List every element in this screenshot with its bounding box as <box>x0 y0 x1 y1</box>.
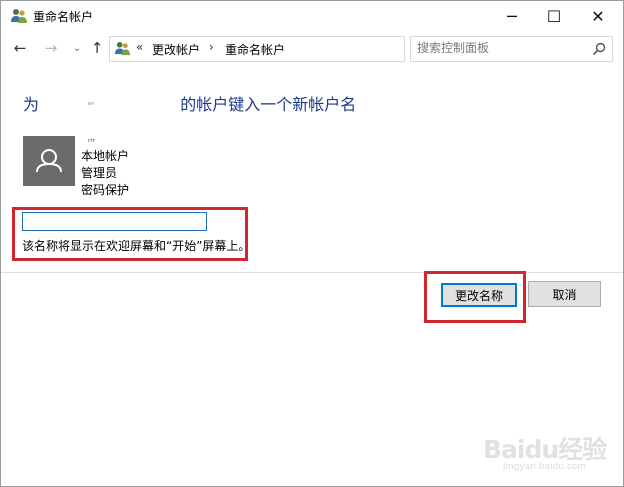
change-name-button[interactable]: 更改名称 <box>441 283 517 307</box>
address-bar[interactable]: « 更改帐户 › 重命名帐户 <box>109 36 405 62</box>
navigation-bar: ← → ⌄ ↑ « 更改帐户 › 重命名帐户 <box>1 34 623 64</box>
new-account-name-input[interactable] <box>22 212 207 231</box>
watermark-logo-text: Baidu经验 <box>483 435 607 464</box>
divider <box>1 272 623 273</box>
page-heading: 为 ᵣᵣᵣ 的帐户键入一个新帐户名 <box>23 91 356 115</box>
recent-locations-button[interactable]: ⌄ <box>67 38 87 58</box>
account-name: ᵣᵣᵣ <box>88 135 95 145</box>
watermark-url: jingyan.baidu.com <box>503 462 587 472</box>
rename-account-window: 重命名帐户 ─ ☐ ✕ ← → ⌄ ↑ « 更改帐户 › 重命名帐户 搜索控制面… <box>0 0 624 487</box>
minimize-button[interactable]: ─ <box>491 1 533 32</box>
heading-prefix: 为 <box>23 95 40 114</box>
breadcrumb-separator[interactable]: › <box>209 40 214 54</box>
search-input[interactable] <box>417 39 585 57</box>
user-icon <box>36 149 62 173</box>
user-accounts-icon <box>115 41 130 56</box>
close-button[interactable]: ✕ <box>577 1 619 32</box>
account-type: 本地帐户 <box>81 149 130 163</box>
account-password-status: 密码保护 <box>81 183 130 197</box>
breadcrumb-change-account[interactable]: 更改帐户 <box>152 41 200 58</box>
name-hint-text: 该名称将显示在欢迎屏幕和“开始”屏幕上。 <box>22 239 251 253</box>
forward-button[interactable]: → <box>41 38 61 58</box>
user-avatar <box>23 136 75 186</box>
account-role: 管理员 <box>81 166 118 180</box>
title-bar: 重命名帐户 ─ ☐ ✕ <box>1 1 623 32</box>
baidu-watermark: Baidu经验 jingyan.baidu.com <box>479 430 619 482</box>
cancel-button[interactable]: 取消 <box>528 281 601 307</box>
user-accounts-icon <box>11 9 27 23</box>
breadcrumb-overflow[interactable]: « <box>136 40 143 54</box>
maximize-button[interactable]: ☐ <box>533 1 575 32</box>
heading-username: ᵣᵣᵣ <box>88 98 95 107</box>
back-button[interactable]: ← <box>10 38 30 58</box>
heading-suffix: 的帐户键入一个新帐户名 <box>180 95 357 114</box>
search-box[interactable] <box>410 36 613 62</box>
window-title: 重命名帐户 <box>33 10 94 24</box>
breadcrumb-rename-account[interactable]: 重命名帐户 <box>225 41 285 58</box>
up-button[interactable]: ↑ <box>87 38 107 58</box>
search-icon[interactable] <box>592 42 606 56</box>
